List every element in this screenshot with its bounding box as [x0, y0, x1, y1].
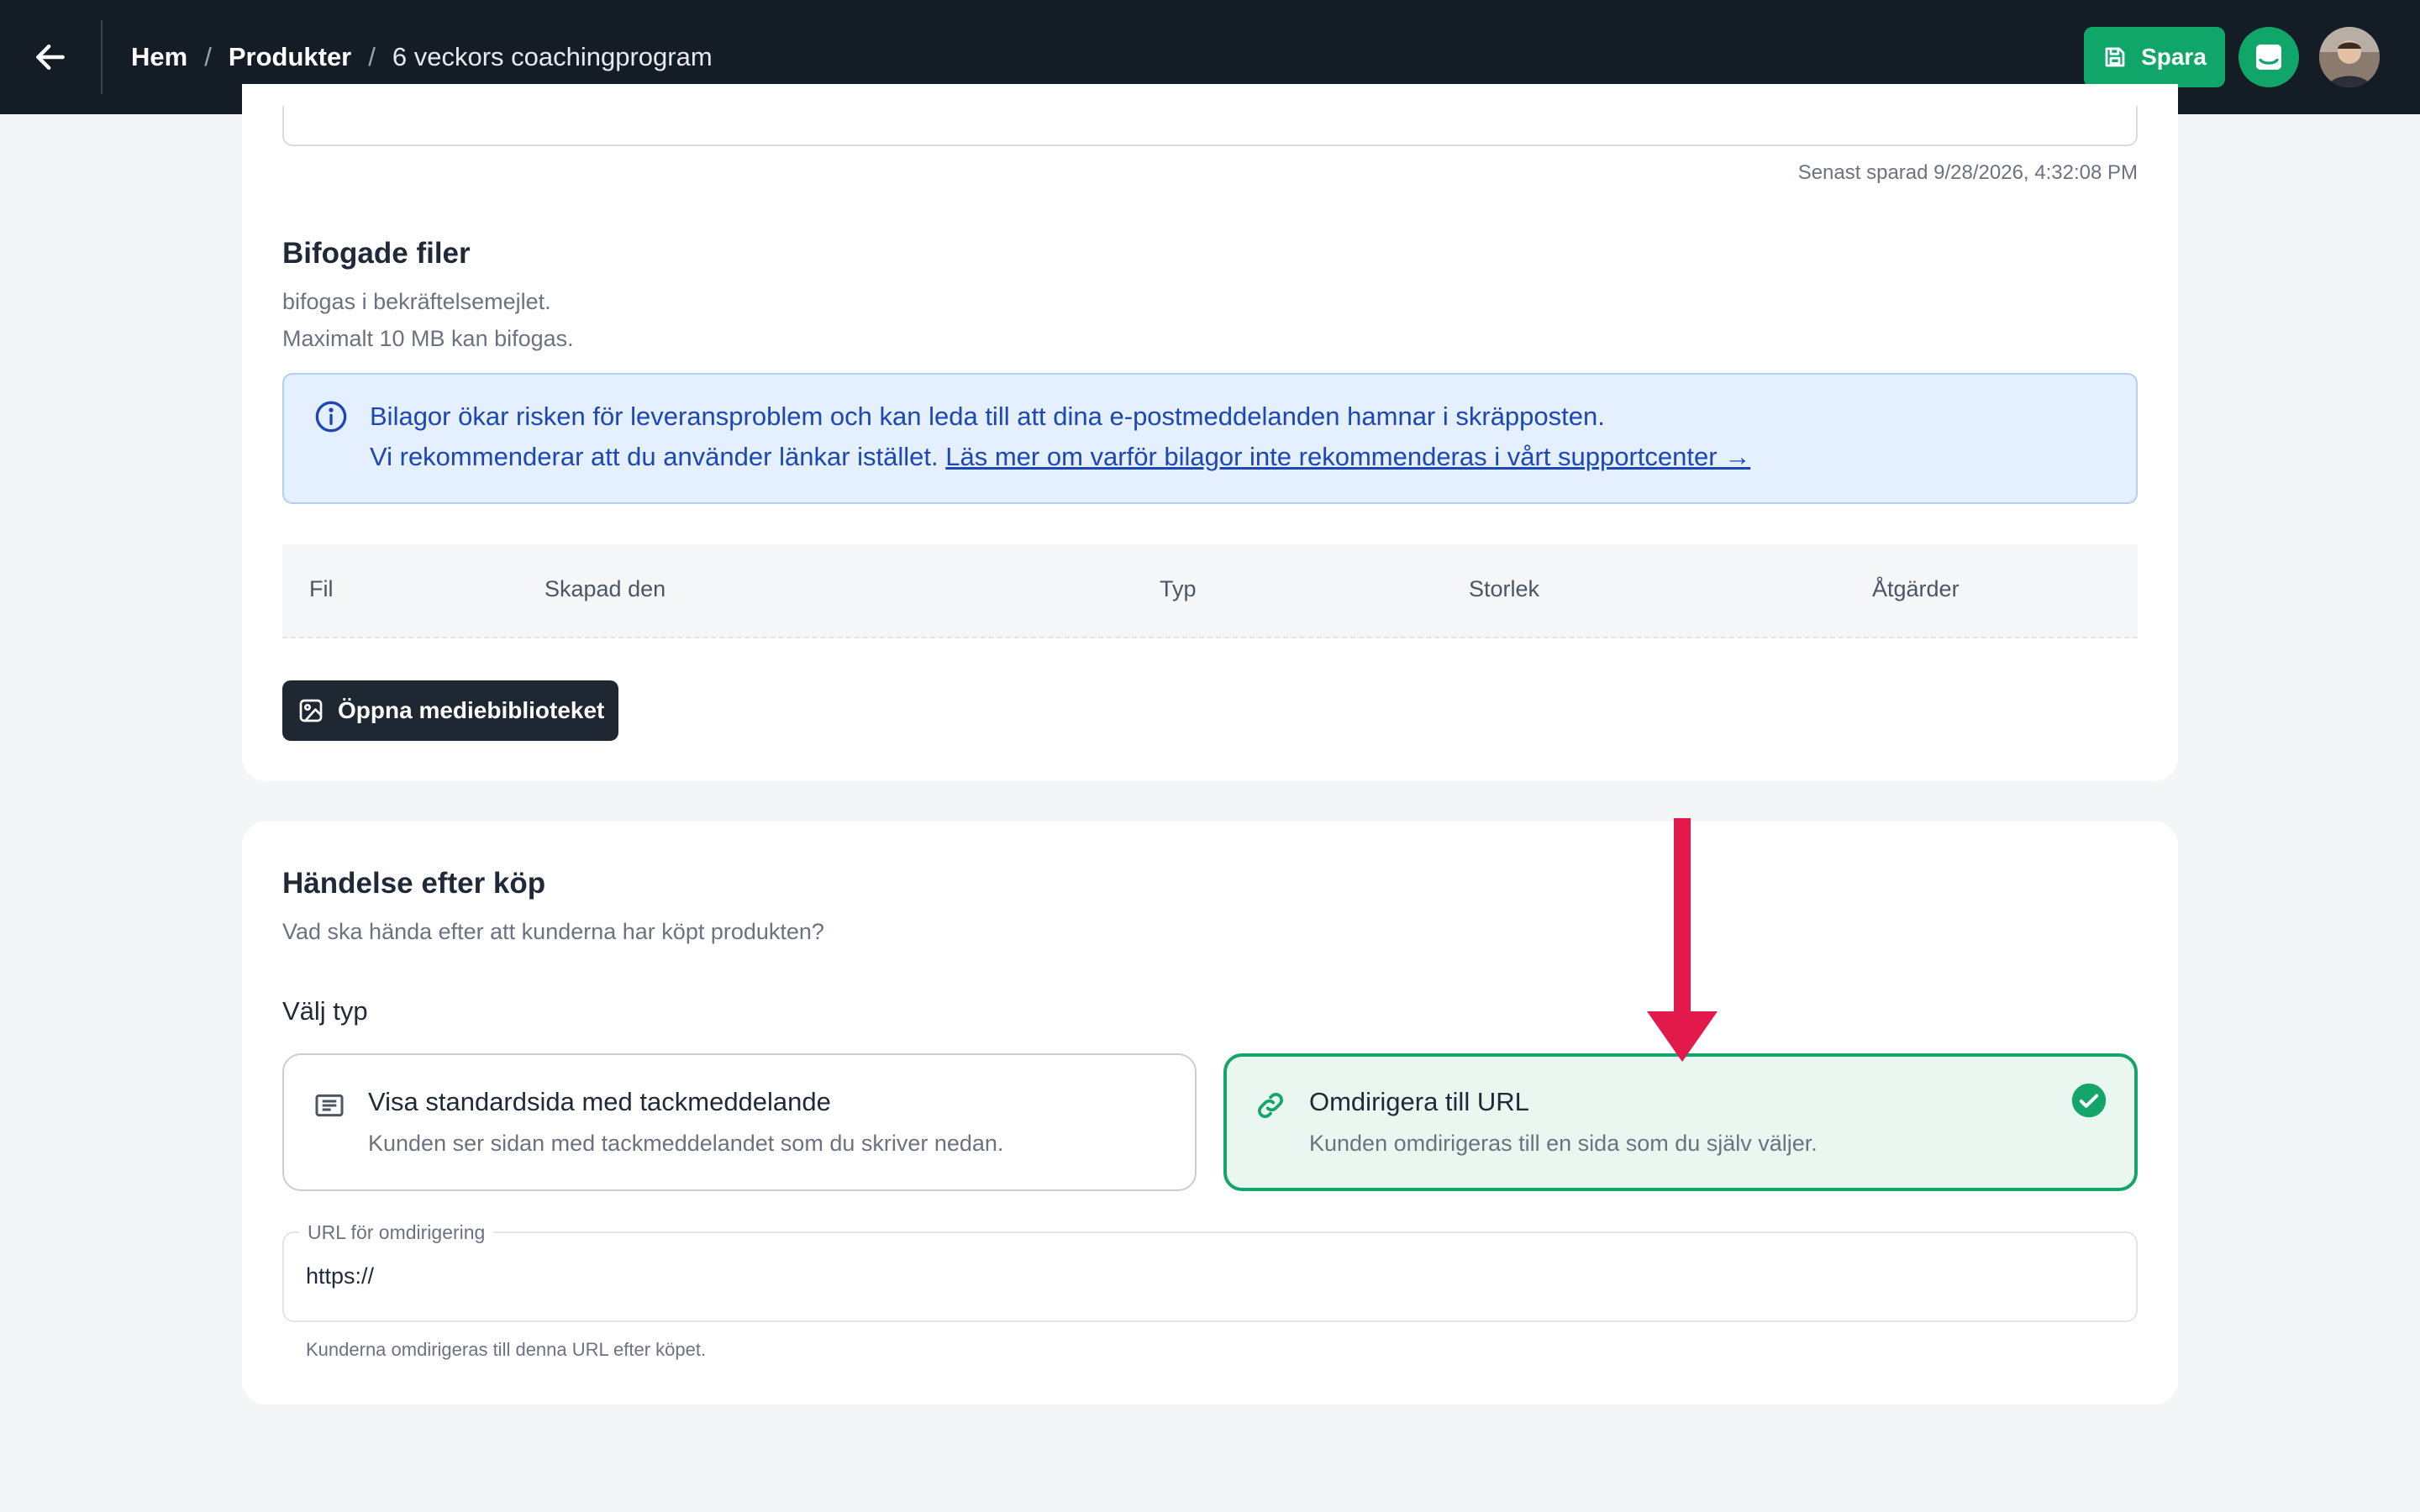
- avatar[interactable]: [2319, 27, 2380, 87]
- breadcrumb-separator: /: [204, 42, 212, 71]
- option-description: Kunden ser sidan med tackmeddelandet som…: [368, 1131, 1004, 1156]
- last-saved-text: Senast sparad 9/28/2026, 4:32:08 PM: [1797, 161, 2138, 184]
- breadcrumb-current: 6 veckors coachingprogram: [392, 42, 713, 71]
- text-page-icon: [315, 1094, 344, 1117]
- info-alert: Bilagor ökar risken för leveransproblem …: [282, 373, 2138, 504]
- option-redirect-to-url[interactable]: Omdirigera till URL Kunden omdirigeras t…: [1223, 1053, 2138, 1191]
- save-icon: [2105, 47, 2125, 67]
- info-line-1: Bilagor ökar risken för leveransproblem …: [370, 402, 1605, 431]
- header-divider: [101, 20, 103, 94]
- save-button-label: Spara: [2141, 44, 2207, 70]
- support-center-link[interactable]: Läs mer om varför bilagor inte rekommend…: [945, 442, 1750, 471]
- inbox-button[interactable]: [2238, 27, 2299, 87]
- column-header-actions: Åtgärder: [1872, 576, 1960, 601]
- post-purchase-card: Händelse efter köp Vad ska hända efter a…: [242, 822, 2178, 1404]
- open-media-library-label: Öppna mediebiblioteket: [338, 697, 605, 723]
- annotation-arrow-down-icon: [1647, 818, 1718, 1062]
- choose-type-label: Välj typ: [282, 996, 368, 1026]
- info-line-2: Vi rekommenderar att du använder länkar …: [370, 442, 1750, 472]
- breadcrumb-separator: /: [368, 42, 376, 71]
- user-photo-icon: [2319, 27, 2380, 87]
- post-purchase-description: Vad ska hända efter att kunderna har köp…: [282, 919, 824, 944]
- redirect-url-help: Kunderna omdirigeras till denna URL efte…: [306, 1339, 707, 1360]
- inbox-icon: [2256, 45, 2281, 70]
- column-header-file[interactable]: Fil: [309, 576, 334, 602]
- info-icon: [315, 401, 347, 433]
- back-button[interactable]: [0, 0, 101, 114]
- image-icon: [299, 699, 323, 722]
- option-default-thank-you-page[interactable]: Visa standardsida med tackmeddelande Kun…: [282, 1053, 1197, 1191]
- attachments-description: bifogas i bekräftelsemejlet.: [282, 289, 551, 314]
- breadcrumb: Hem / Produkter / 6 veckors coachingprog…: [131, 42, 713, 72]
- info-line-2-text: Vi rekommenderar att du använder länkar …: [370, 442, 939, 471]
- save-button[interactable]: Spara: [2084, 27, 2225, 87]
- column-header-type[interactable]: Typ: [1160, 576, 1197, 602]
- redirect-url-label: URL för omdirigering: [299, 1221, 494, 1244]
- open-media-library-button[interactable]: Öppna mediebiblioteket: [282, 680, 618, 741]
- files-table-header: Fil Skapad den Typ Storlek Åtgärder: [282, 544, 2138, 638]
- column-header-size[interactable]: Storlek: [1469, 576, 1539, 602]
- breadcrumb-home[interactable]: Hem: [131, 42, 187, 72]
- option-title: Visa standardsida med tackmeddelande: [368, 1087, 831, 1116]
- attachments-title: Bifogade filer: [282, 237, 471, 270]
- redirect-url-field[interactable]: URL för omdirigering: [282, 1221, 2138, 1322]
- attachments-card: Senast sparad 9/28/2026, 4:32:08 PM Bifo…: [242, 84, 2178, 781]
- link-icon: [1258, 1093, 1283, 1118]
- arrow-left-icon: [36, 44, 65, 71]
- previous-field-edge: [282, 106, 2138, 146]
- breadcrumb-products[interactable]: Produkter: [229, 42, 351, 72]
- check-circle-icon: [2071, 1083, 2107, 1118]
- attachments-limit: Maximalt 10 MB kan bifogas.: [282, 326, 574, 351]
- column-header-created[interactable]: Skapad den: [544, 576, 666, 602]
- redirect-url-input[interactable]: [306, 1263, 2070, 1289]
- post-purchase-title: Händelse efter köp: [282, 867, 546, 900]
- option-description: Kunden omdirigeras till en sida som du s…: [1309, 1131, 1818, 1156]
- option-title: Omdirigera till URL: [1309, 1087, 1529, 1116]
